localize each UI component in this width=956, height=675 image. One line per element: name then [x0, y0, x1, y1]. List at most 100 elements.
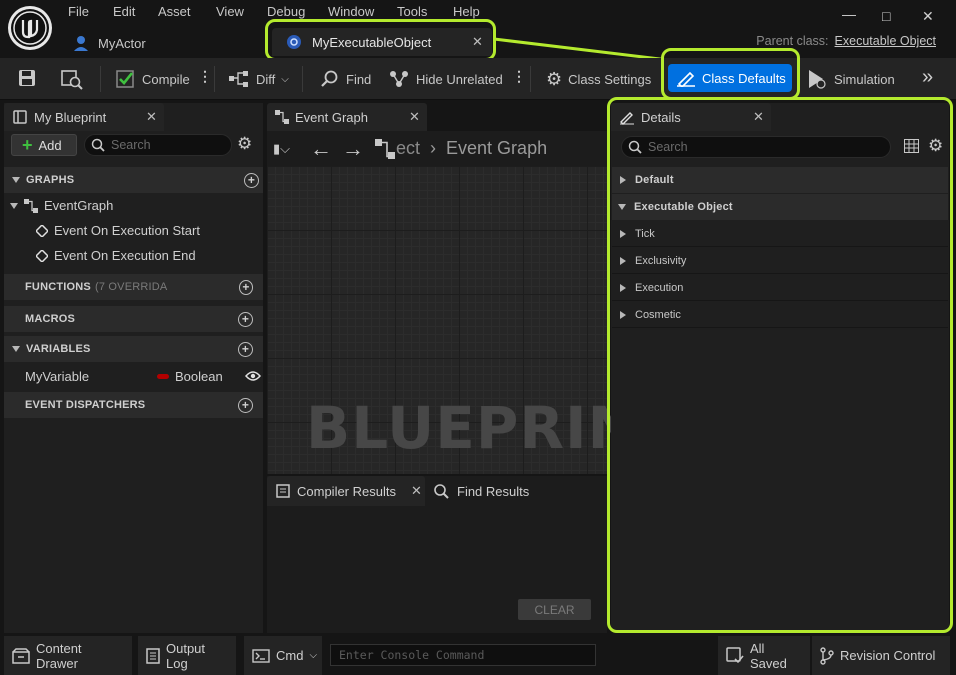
- terminal-icon: [252, 648, 270, 663]
- chevron-down-icon: ⌵: [309, 650, 318, 661]
- tab-find-results[interactable]: Find Results: [433, 476, 529, 506]
- clear-button[interactable]: CLEAR: [518, 599, 591, 620]
- close-tab-icon[interactable]: ✕: [146, 109, 157, 125]
- hide-unrelated-options-icon[interactable]: ⋮: [512, 68, 526, 85]
- menu-asset[interactable]: Asset: [158, 4, 191, 19]
- variable-type: Boolean: [175, 368, 223, 384]
- collapse-arrow-icon: [12, 177, 20, 183]
- console-command-input[interactable]: Enter Console Command: [330, 644, 596, 666]
- close-tab-icon[interactable]: ✕: [411, 483, 422, 499]
- event-graph-label: EventGraph: [44, 198, 114, 213]
- add-function-icon[interactable]: +: [238, 279, 253, 295]
- section-macros[interactable]: MACROS +: [4, 306, 263, 332]
- tab-compiler-results[interactable]: Compiler Results ✕: [267, 476, 425, 506]
- revision-control-label: Revision Control: [840, 648, 936, 663]
- class-settings-button[interactable]: ⚙ Class Settings: [546, 58, 651, 100]
- cmd-label: Cmd: [276, 648, 304, 663]
- back-arrow-icon[interactable]: ←: [310, 136, 332, 162]
- add-dispatcher-icon[interactable]: +: [238, 397, 253, 413]
- save-icon[interactable]: [18, 69, 36, 87]
- forward-arrow-icon[interactable]: →: [342, 136, 364, 162]
- blueprint-book-icon: [12, 109, 28, 125]
- event-label: Event On Execution Start: [54, 223, 200, 238]
- diff-icon: [228, 70, 250, 88]
- variable-row[interactable]: MyVariable Boolean: [4, 363, 263, 389]
- chevron-down-icon: ⌵: [281, 73, 289, 85]
- revision-control-button[interactable]: Revision Control: [812, 636, 950, 675]
- tab-my-actor[interactable]: MyActor: [72, 32, 146, 54]
- find-button[interactable]: Find: [320, 58, 371, 100]
- menu-view[interactable]: View: [216, 4, 244, 19]
- all-saved-button[interactable]: All Saved: [718, 636, 810, 675]
- compiler-results-icon: [275, 483, 291, 499]
- menu-help[interactable]: Help: [453, 4, 480, 19]
- menu-window[interactable]: Window: [328, 4, 374, 19]
- unreal-logo-icon[interactable]: [8, 6, 52, 50]
- cmd-dropdown[interactable]: Cmd ⌵: [244, 636, 322, 675]
- section-event-dispatchers-label: EVENT DISPATCHERS: [25, 399, 146, 411]
- event-item[interactable]: Event On Execution End: [36, 248, 196, 263]
- simulation-button[interactable]: Simulation: [806, 58, 895, 100]
- output-log-label: Output Log: [166, 640, 206, 671]
- section-variables[interactable]: VARIABLES +: [4, 336, 263, 362]
- breadcrumb-prev[interactable]: ect: [396, 138, 420, 159]
- breadcrumb-separator-icon: ›: [430, 138, 437, 158]
- add-button[interactable]: + Add: [11, 134, 77, 156]
- parent-class: Parent class: Executable Object: [756, 34, 936, 48]
- parent-class-link[interactable]: Executable Object: [835, 34, 936, 48]
- menu-edit[interactable]: Edit: [113, 4, 135, 19]
- maximize-icon[interactable]: □: [882, 8, 890, 24]
- hide-unrelated-button[interactable]: Hide Unrelated: [388, 58, 503, 100]
- breadcrumb-current: Event Graph: [446, 138, 548, 158]
- tab-my-blueprint-label: My Blueprint: [34, 109, 107, 125]
- menu-file[interactable]: File: [68, 4, 89, 19]
- clear-label: CLEAR: [534, 602, 575, 617]
- add-macro-icon[interactable]: +: [238, 311, 253, 327]
- event-graph-icon: [24, 198, 38, 213]
- compile-options-icon[interactable]: ⋮: [198, 68, 212, 85]
- graph-hierarchy-icon[interactable]: [374, 138, 396, 160]
- tab-compiler-results-label: Compiler Results: [297, 483, 396, 499]
- content-drawer-icon: [12, 647, 30, 664]
- compile-button[interactable]: Compile: [114, 58, 190, 100]
- event-diamond-icon: [36, 249, 48, 262]
- section-event-dispatchers[interactable]: EVENT DISPATCHERS +: [4, 392, 263, 418]
- add-variable-icon[interactable]: +: [238, 341, 253, 357]
- add-graph-icon[interactable]: +: [244, 172, 259, 188]
- browse-icon[interactable]: [60, 68, 84, 90]
- section-functions[interactable]: FUNCTIONS (7 OVERRIDA +: [4, 274, 263, 300]
- bookmark-icon[interactable]: ▮⌵: [273, 141, 290, 157]
- visibility-eye-icon[interactable]: [245, 370, 261, 382]
- settings-gear-icon[interactable]: ⚙: [237, 134, 252, 154]
- compile-icon: [114, 68, 136, 90]
- search-icon: [91, 138, 105, 152]
- tab-find-results-label: Find Results: [457, 483, 530, 499]
- close-window-icon[interactable]: ✕: [922, 8, 934, 25]
- toolbar-overflow-icon[interactable]: »: [922, 66, 933, 89]
- expand-arrow-icon: [10, 202, 18, 209]
- tab-event-graph[interactable]: Event Graph ✕: [267, 103, 427, 131]
- parent-class-label: Parent class:: [756, 34, 829, 48]
- minimize-icon[interactable]: —: [842, 6, 856, 22]
- content-drawer-label: Content Drawer: [36, 640, 82, 671]
- functions-overridable-note: (7 OVERRIDA: [94, 281, 168, 293]
- menu-tools[interactable]: Tools: [397, 4, 427, 19]
- tab-event-graph-label: Event Graph: [295, 109, 368, 125]
- section-macros-label: MACROS: [25, 313, 76, 325]
- menu-debug[interactable]: Debug: [267, 4, 305, 19]
- details-highlight-outline: [607, 97, 953, 633]
- event-item[interactable]: Event On Execution Start: [36, 223, 200, 238]
- class-defaults-highlight-outline: [661, 48, 800, 100]
- variable-name: MyVariable: [25, 368, 90, 384]
- event-graph-item[interactable]: EventGraph: [10, 198, 113, 213]
- content-drawer-button[interactable]: Content Drawer: [4, 636, 132, 675]
- my-blueprint-search-input[interactable]: Search: [84, 134, 232, 156]
- toolbar-separator: [302, 66, 303, 92]
- close-tab-icon[interactable]: ✕: [409, 109, 420, 125]
- find-icon: [320, 69, 340, 89]
- section-graphs[interactable]: GRAPHS +: [4, 167, 263, 193]
- toolbar-separator: [100, 66, 101, 92]
- diff-button[interactable]: Diff ⌵: [228, 58, 289, 100]
- tab-my-blueprint[interactable]: My Blueprint ✕: [4, 103, 164, 131]
- output-log-button[interactable]: Output Log: [138, 636, 236, 675]
